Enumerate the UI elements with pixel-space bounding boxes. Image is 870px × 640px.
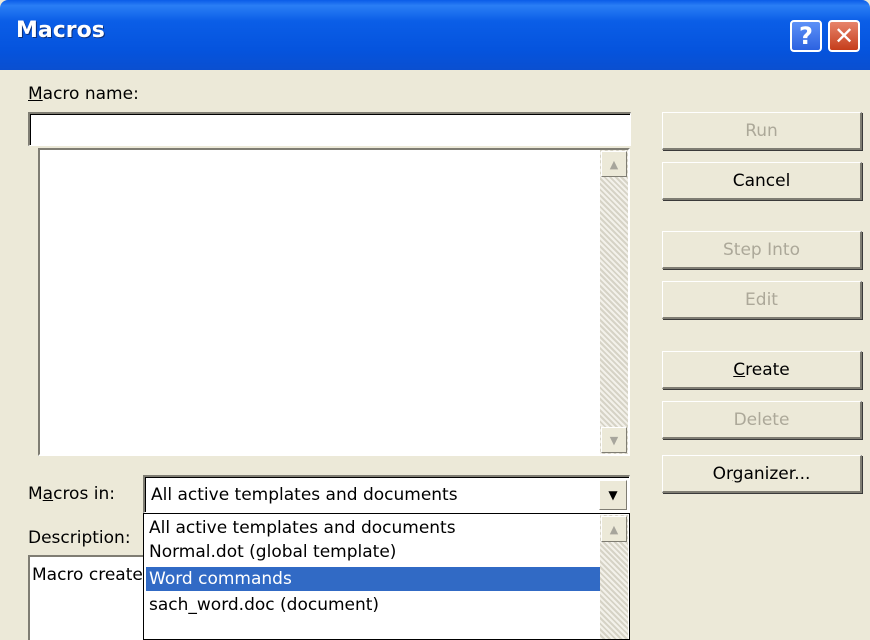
macro-list-scrollbar[interactable]: ▲ ▼ (600, 150, 628, 454)
organizer-button-label: Organizer... (713, 464, 811, 484)
dropdown-option[interactable]: Normal.dot (global template) (146, 540, 600, 564)
description-value: Macro created (32, 565, 148, 585)
dropdown-scroll-up-button[interactable]: ▲ (601, 516, 627, 542)
macro-name-label-mnemonic: M (28, 84, 43, 104)
chevron-down-icon: ▼ (608, 488, 618, 502)
scroll-up-button[interactable]: ▲ (601, 151, 627, 177)
organizer-button-mnemonic: g (732, 463, 744, 484)
edit-button-label: Edit (745, 289, 778, 310)
organizer-button[interactable]: Organizer... (662, 455, 862, 493)
close-icon: ✕ (833, 22, 855, 50)
create-button-mnemonic: C (733, 359, 746, 380)
macros-in-label-pre: M (28, 484, 43, 504)
macro-name-input[interactable] (28, 112, 631, 146)
window-title: Macros (16, 18, 105, 43)
organizer-button-text-post: anizer... (743, 463, 811, 484)
title-bar: Macros ? ✕ (0, 0, 870, 70)
macros-in-label-mnemonic: a (42, 484, 54, 504)
macros-in-selected-value: All active templates and documents (151, 485, 458, 505)
close-button[interactable]: ✕ (828, 20, 860, 52)
scroll-up-icon: ▲ (609, 522, 619, 536)
cancel-button-label: Cancel (732, 170, 791, 191)
help-button[interactable]: ? (790, 20, 822, 52)
description-box: Macro created (28, 555, 148, 640)
step-into-button-label: Step Into (723, 239, 800, 260)
description-label: Description: (28, 528, 131, 548)
create-button-text: reate (745, 359, 790, 380)
cancel-button[interactable]: Cancel (662, 162, 862, 200)
macro-name-label: Macro name: (28, 84, 139, 104)
macros-in-select[interactable]: All active templates and documents ▼ (143, 475, 630, 513)
scroll-up-icon: ▲ (609, 157, 619, 171)
macro-name-label-text: acro name: (42, 84, 139, 104)
delete-button-label: Delete (733, 409, 790, 430)
dropdown-option[interactable]: All active templates and documents (146, 516, 600, 540)
macros-in-dropdown-list[interactable]: All active templates and documents Norma… (143, 513, 630, 640)
scroll-down-button[interactable]: ▼ (601, 427, 627, 453)
scroll-down-icon: ▼ (609, 433, 619, 447)
dropdown-scrollbar[interactable]: ▲ (600, 515, 628, 639)
dropdown-option-selected[interactable]: Word commands (146, 567, 600, 591)
delete-button[interactable]: Delete (662, 401, 862, 439)
run-button[interactable]: Run (662, 112, 862, 150)
organizer-button-text-pre: Or (712, 463, 733, 484)
help-icon: ? (799, 22, 813, 50)
create-button-label: Create (733, 360, 790, 380)
create-button[interactable]: Create (662, 351, 862, 389)
macros-in-label-post: cros in: (53, 484, 115, 504)
macros-in-dropdown-button[interactable]: ▼ (599, 480, 627, 510)
run-button-label: Run (745, 120, 778, 141)
macro-list[interactable]: ▲ ▼ (38, 148, 630, 456)
edit-button[interactable]: Edit (662, 281, 862, 319)
dropdown-option[interactable]: sach_word.doc (document) (146, 593, 600, 617)
macros-in-label: Macros in: (28, 484, 115, 504)
step-into-button[interactable]: Step Into (662, 231, 862, 269)
